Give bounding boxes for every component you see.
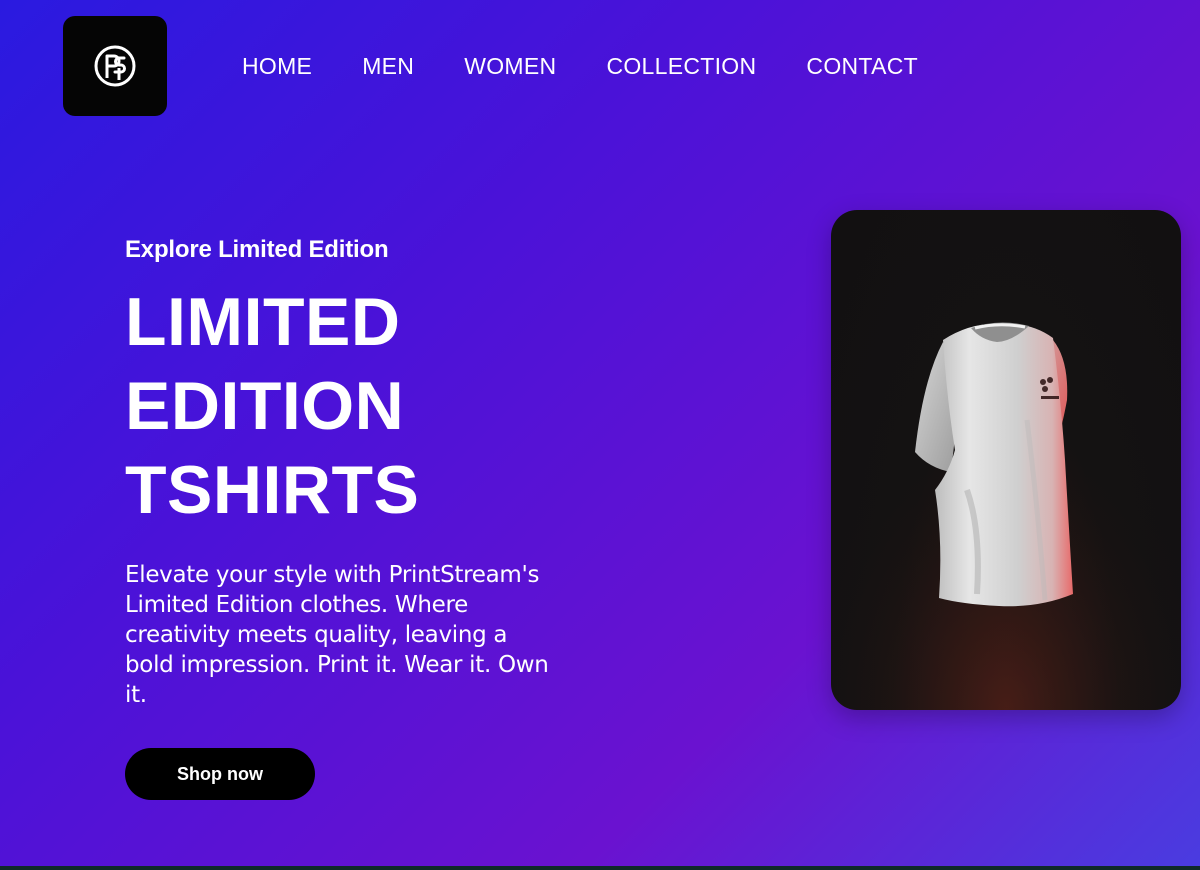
nav-item-men[interactable]: MEN [362,50,414,82]
nav-item-home[interactable]: HOME [242,50,312,82]
ps-monogram-logo-icon [94,45,136,87]
hero-section: HOME MEN WOMEN COLLECTION CONTACT Explor… [0,0,1200,866]
page-bottom-edge [0,866,1200,870]
nav-item-collection[interactable]: COLLECTION [606,50,756,82]
shop-now-button[interactable]: Shop now [125,748,315,800]
headline-line: LIMITED [125,284,401,360]
nav-item-women[interactable]: WOMEN [464,50,556,82]
hero-eyebrow: Explore Limited Edition [125,236,389,263]
headline-line: EDITION [125,368,405,444]
hero-headline: LIMITED EDITION TSHIRTS [125,280,419,532]
white-tshirt-render [831,210,1181,710]
nav-item-contact[interactable]: CONTACT [806,50,918,82]
product-image-card[interactable] [831,210,1181,710]
hero-description: Elevate your style with PrintStream's Li… [125,562,549,708]
headline-line: TSHIRTS [125,452,420,528]
main-nav: HOME MEN WOMEN COLLECTION CONTACT [242,50,968,82]
brand-logo[interactable] [63,16,167,116]
